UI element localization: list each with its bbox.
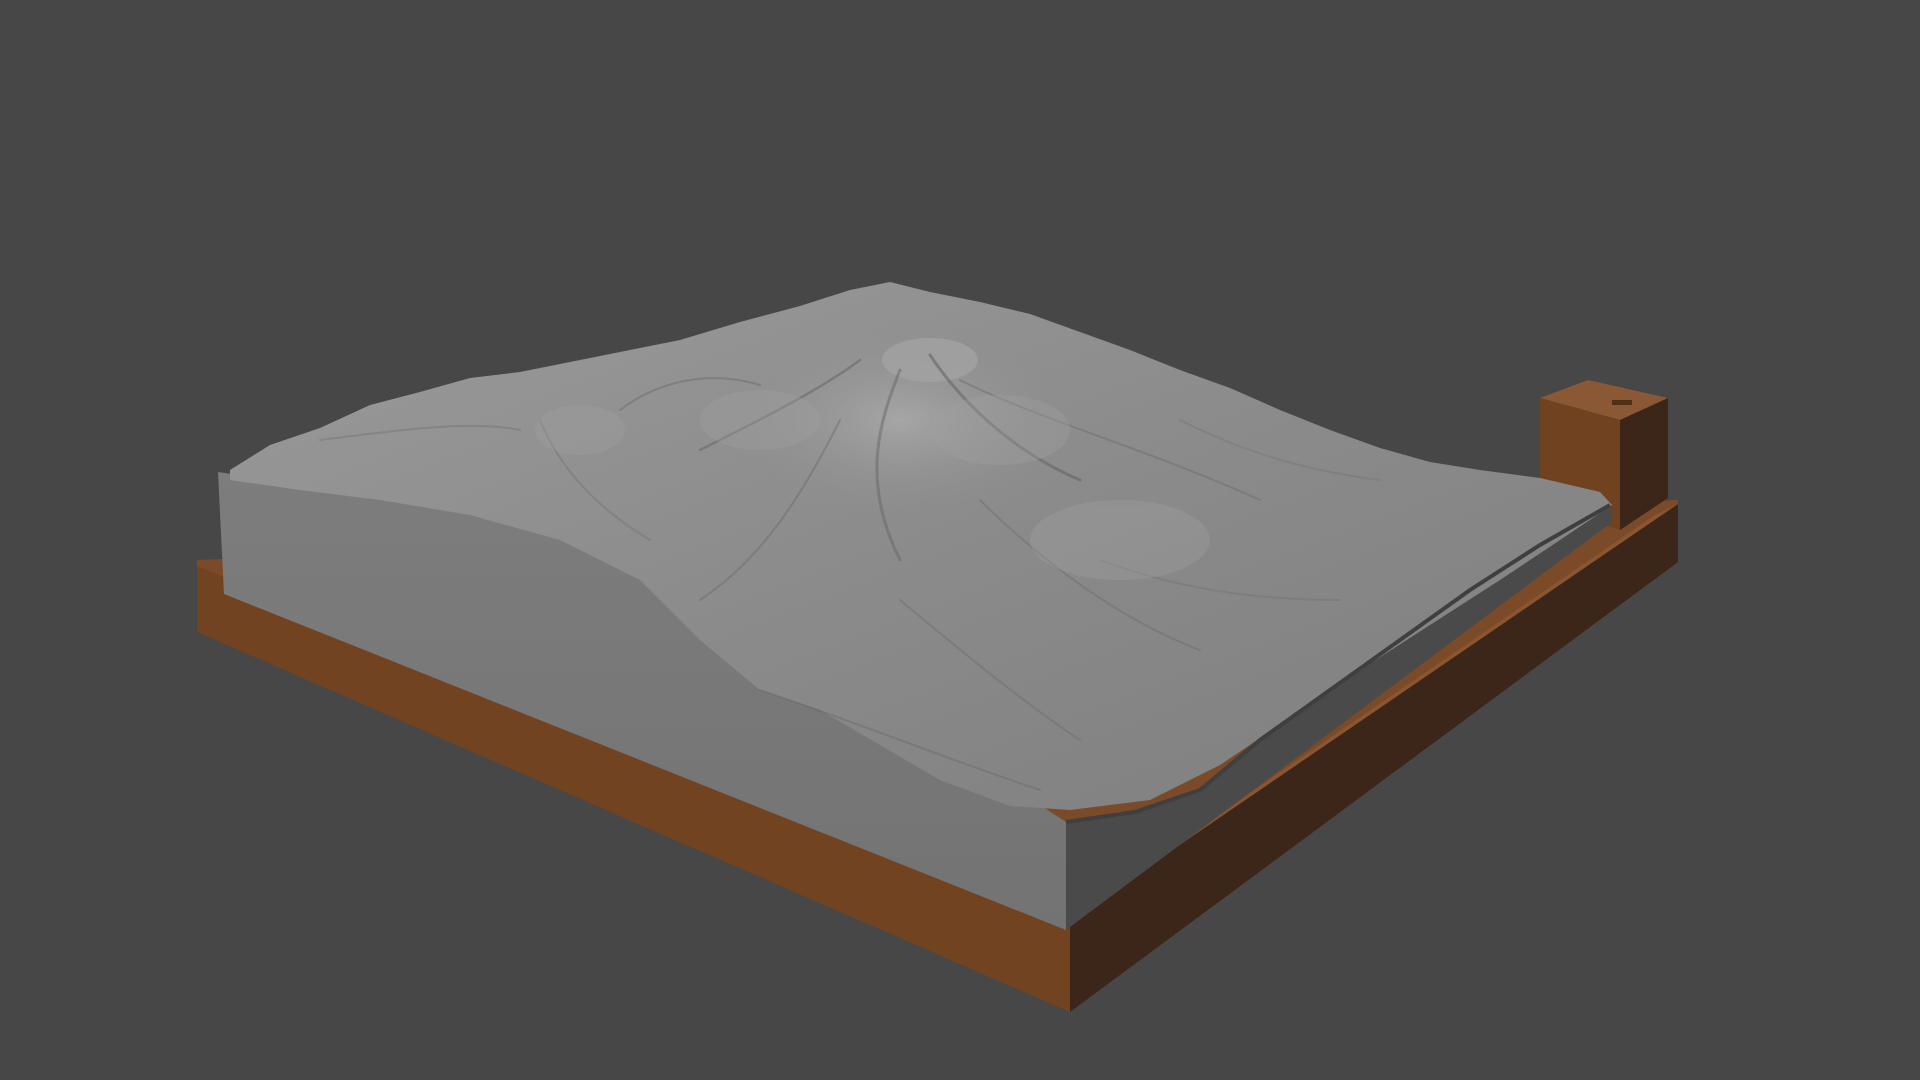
3d-viewport[interactable] [0,0,1920,1080]
terrain-block [218,282,1612,930]
engraved-mark [1612,400,1632,405]
terrain-scene [197,282,1678,1012]
